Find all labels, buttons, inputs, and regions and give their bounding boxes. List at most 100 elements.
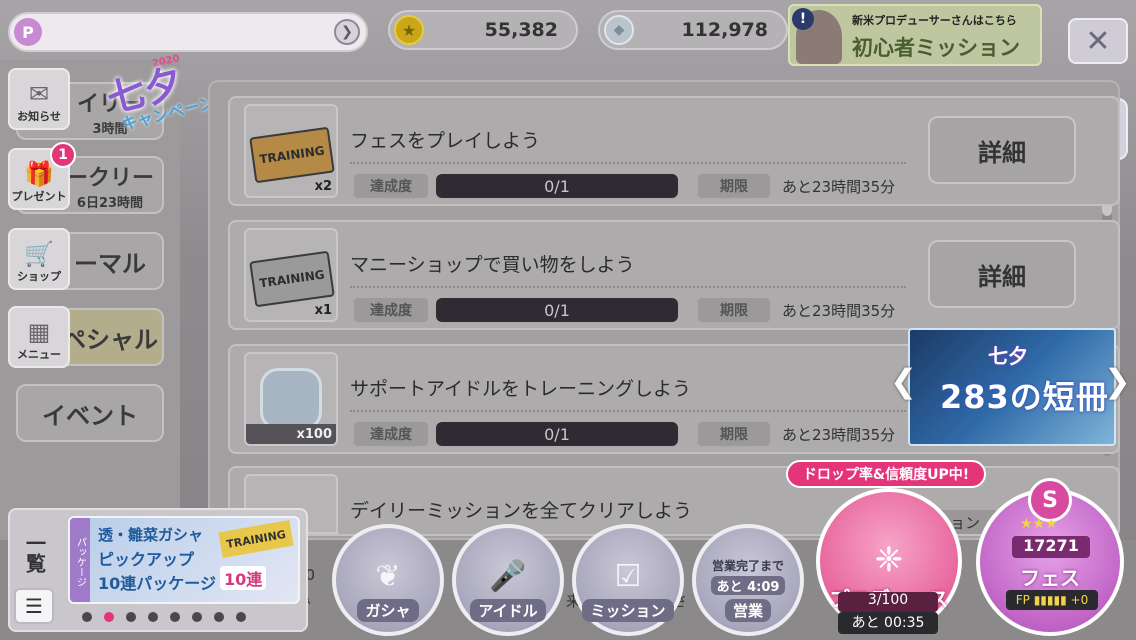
carousel-next-icon[interactable]: ❯ [1104, 362, 1131, 400]
progress-bar: 0/1 [436, 298, 678, 322]
progress-label: 達成度 [354, 422, 428, 446]
banner-title: 初心者ミッション [852, 36, 1020, 60]
progress-bar: 0/1 [436, 174, 678, 198]
pager-dot[interactable] [82, 612, 92, 622]
mission-row: TRAINING x1 マニーショップで買い物をしよう 達成度 0/1 期限 あ… [228, 220, 1120, 330]
beginner-mission-banner[interactable]: ! 新米プロデューサーさんはこちら 初心者ミッション [788, 4, 1042, 66]
mission-title: サポートアイドルをトレーニングしよう [350, 378, 692, 400]
coin-counter: ★ 55,382 [388, 10, 578, 50]
divider [350, 286, 906, 288]
chevron-right-icon[interactable]: ❯ [334, 19, 360, 45]
checklist-icon: ☑ [614, 559, 642, 594]
fes-label: フェス [1020, 566, 1080, 590]
shop-button[interactable]: 🛒 ショップ [8, 228, 70, 290]
present-count-badge: 1 [50, 142, 76, 168]
crystal-icon [260, 368, 322, 430]
cart-icon: 🛒 [24, 240, 54, 268]
hamburger-menu-icon[interactable]: ☰ [14, 588, 54, 624]
package-line3: 10連パッケージ [98, 574, 216, 593]
deadline-value: あと23時間35分 [782, 302, 896, 320]
microphone-icon: 🎤 [489, 559, 527, 594]
producer-name-bar[interactable]: P ❯ [8, 12, 368, 52]
reward-quantity: x100 [296, 427, 332, 442]
tab-event-label: イベント [42, 401, 138, 430]
gem-amount: 112,978 [681, 19, 768, 41]
tanabata-campaign-logo[interactable]: 2020 七夕 キャンペーン [92, 53, 217, 140]
swan-icon: ❦ [375, 559, 401, 594]
package-pager[interactable] [82, 612, 246, 622]
coin-icon: ★ [394, 15, 424, 45]
gift-icon: 🎁 [24, 160, 54, 188]
business-label: 営業 [724, 599, 771, 622]
news-label: お知らせ [17, 110, 61, 123]
mission-row: TRAINING x2 フェスをプレイしよう 達成度 0/1 期限 あと23時間… [228, 96, 1120, 206]
coin-amount: 55,382 [484, 19, 558, 41]
deadline-value: あと23時間35分 [782, 178, 896, 196]
carousel-prev-icon[interactable]: ❮ [890, 362, 917, 400]
pager-dot[interactable] [126, 612, 136, 622]
silver-ticket-icon: TRAINING [249, 250, 335, 308]
fes-score: 17271 [1012, 536, 1090, 558]
divider [350, 162, 906, 164]
wings-icon: ❈ [874, 540, 904, 580]
pager-dot[interactable] [236, 612, 246, 622]
gacha-label: ガシャ [357, 599, 419, 622]
reward-thumbnail: TRAINING x2 [244, 104, 338, 198]
event-banner-title: 七夕 [988, 344, 1028, 368]
progress-bar: 0/1 [436, 422, 678, 446]
gold-ticket-icon: TRAINING [218, 519, 294, 559]
package-banner[interactable]: パッケージ 透・雛菜ガシャ ピックアップ 10連パッケージ TRAINING 1… [68, 516, 300, 604]
idol-label: アイドル [470, 599, 546, 622]
drop-rate-banner: ドロップ率&信頼度UP中! [786, 460, 986, 488]
pager-dot[interactable] [214, 612, 224, 622]
idol-button[interactable]: 🎤 アイドル [452, 524, 564, 636]
business-timer: あと 4:09 [710, 576, 786, 595]
detail-button[interactable]: 詳細 [928, 116, 1076, 184]
business-caption: 営業完了まで [711, 559, 784, 573]
pager-dot[interactable] [192, 612, 202, 622]
grid-icon: ▦ [27, 318, 51, 346]
mission-title: フェスをプレイしよう [350, 130, 541, 152]
bronze-ticket-icon: TRAINING [249, 126, 335, 184]
gem-icon: ◆ [604, 15, 634, 45]
divider [350, 410, 906, 412]
business-button[interactable]: 営業完了まで あと 4:09 営業 [692, 524, 804, 636]
gacha-button[interactable]: ❦ ガシャ [332, 524, 444, 636]
deadline-label: 期限 [698, 174, 770, 198]
package-line2: ピックアップ [98, 550, 195, 569]
alert-icon: ! [792, 8, 814, 30]
tab-event[interactable]: イベント [16, 384, 164, 442]
detail-button[interactable]: 詳細 [928, 240, 1076, 308]
star-rating: ★★★ [1020, 516, 1058, 532]
package-list-label[interactable]: 一覧 [16, 518, 54, 588]
envelope-icon: ✉ [28, 80, 50, 108]
present-label: プレゼント [11, 190, 67, 203]
reward-quantity: x1 [314, 303, 332, 318]
reward-thumbnail: x100 [244, 352, 338, 446]
news-button[interactable]: ✉ お知らせ [8, 68, 70, 130]
menu-button[interactable]: ▦ メニュー [8, 306, 70, 368]
package-line1: 透・雛菜ガシャ [98, 526, 204, 544]
produce-stamina: 3/100 [838, 592, 938, 612]
deadline-label: 期限 [698, 298, 770, 322]
progress-label: 達成度 [354, 174, 428, 198]
event-banner[interactable]: 七夕 283の短冊 [908, 328, 1116, 446]
produce-timer: あと 00:35 [838, 612, 938, 634]
reward-thumbnail: TRAINING x1 [244, 228, 338, 322]
fes-fp-gauge: FP ▮▮▮▮▮ +0 [1006, 590, 1098, 610]
package-count: 10連 [220, 566, 267, 590]
mission-title: マニーショップで買い物をしよう [350, 254, 635, 276]
package-side-label: パッケージ [70, 518, 90, 602]
pager-dot[interactable] [148, 612, 158, 622]
close-icon[interactable]: ✕ [1068, 18, 1128, 64]
gem-counter: ◆ 112,978 [598, 10, 788, 50]
progress-label: 達成度 [354, 298, 428, 322]
shop-label: ショップ [17, 270, 61, 283]
pager-dot-active[interactable] [104, 612, 114, 622]
deadline-label: 期限 [698, 422, 770, 446]
mission-button[interactable]: ☑ ミッション [572, 524, 684, 636]
p-badge-icon: P [14, 18, 42, 46]
pager-dot[interactable] [170, 612, 180, 622]
menu-label: メニュー [17, 348, 61, 361]
mission-title: デイリーミッションを全てクリアしよう [350, 500, 693, 522]
